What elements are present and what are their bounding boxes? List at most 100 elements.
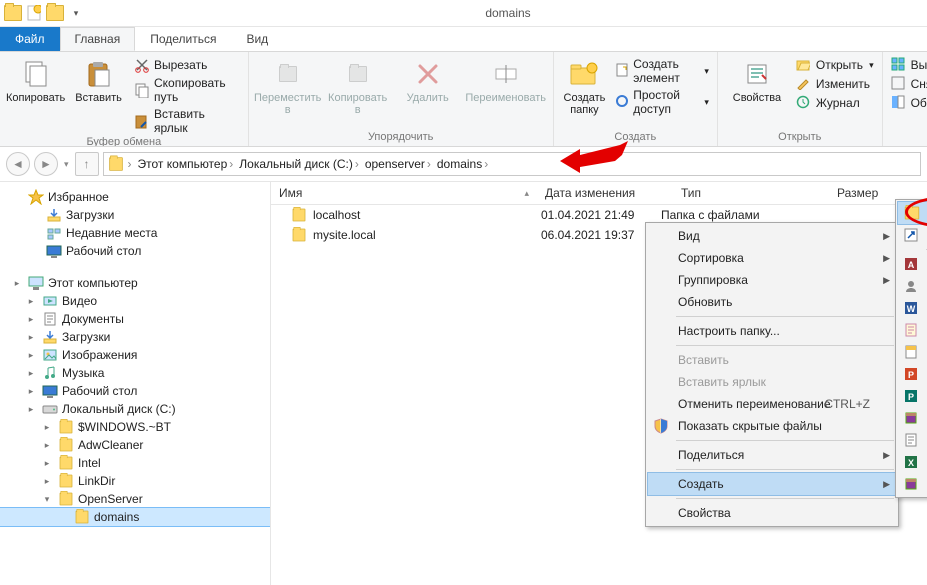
move-to-button[interactable]: Переместить в [255,56,321,118]
up-button[interactable]: ↑ [75,152,99,176]
crumb-local-disk[interactable]: Локальный диск (C:)› [237,157,361,171]
recent-locations-button[interactable]: ▾ [62,159,71,170]
sidebar-item-music[interactable]: ▸Музыка [0,364,270,382]
sidebar-item-desktop[interactable]: Рабочий стол [0,242,270,260]
submenu-mql4[interactable]: MQL4 Source File [898,341,927,363]
publisher-icon: P [903,388,919,404]
group-select: Вы Сня Об [883,52,927,146]
history-button[interactable]: Журнал [794,94,876,112]
submenu-shortcut[interactable]: Ярлык [898,224,927,246]
sidebar-item-downloads[interactable]: Загрузки [0,206,270,224]
select-none-button[interactable]: Сня [889,75,927,93]
paste-shortcut-button[interactable]: Вставить ярлык [132,106,242,136]
sidebar-item-pictures[interactable]: ▸Изображения [0,346,270,364]
col-size[interactable]: Размер [829,186,925,200]
submenu-access[interactable]: AMicrosoft Access База данных [898,253,927,275]
cut-button[interactable]: Вырезать [132,56,242,74]
sidebar-item-videos[interactable]: ▸Видео [0,292,270,310]
tab-share[interactable]: Поделиться [135,27,231,51]
sidebar-item-intel[interactable]: ▸Intel [0,454,270,472]
sidebar-item-recent[interactable]: Недавние места [0,224,270,242]
paste-button[interactable]: Вставить [69,56,128,106]
sidebar-item-openserver[interactable]: ▾OpenServer [0,490,270,508]
sidebar-item-local-disk[interactable]: ▸Локальный диск (C:) [0,400,270,418]
submenu-folder[interactable]: Папку [897,201,927,225]
submenu-publisher[interactable]: PДокумент Microsoft Publisher [898,385,927,407]
properties-button[interactable]: Свойства [724,56,790,106]
qat-new-doc-icon[interactable] [25,4,43,22]
submenu-winrar[interactable]: Архив WinRAR [898,407,927,429]
menu-group[interactable]: Группировка▶ [648,269,896,291]
crumb-this-pc[interactable]: Этот компьютер› [136,157,236,171]
back-button[interactable]: ◄ [6,152,30,176]
svg-text:A: A [908,260,915,270]
menu-create[interactable]: Создать▶ [647,472,897,496]
sidebar-item-linkdir[interactable]: ▸LinkDir [0,472,270,490]
menu-properties[interactable]: Свойства [648,502,896,524]
tab-view[interactable]: Вид [231,27,283,51]
sidebar-item-downloads2[interactable]: ▸Загрузки [0,328,270,346]
menu-customize[interactable]: Настроить папку... [648,320,896,342]
submenu-ppt[interactable]: PПрезентация Microsoft PowerPoint [898,363,927,385]
menu-paste-shortcut[interactable]: Вставить ярлык [648,371,896,393]
submenu-excel[interactable]: XЛист Microsoft Excel [898,451,927,473]
crumb-openserver[interactable]: openserver› [363,157,433,171]
window-title: domains [89,6,927,20]
sidebar-item-documents[interactable]: ▸Документы [0,310,270,328]
edit-button[interactable]: Изменить [794,75,876,93]
menu-sort[interactable]: Сортировка▶ [648,247,896,269]
easy-access-button[interactable]: Простой доступ▾ [613,87,711,117]
downloads-icon [46,207,62,223]
qat-open-folder-icon[interactable] [46,4,64,22]
new-item-button[interactable]: Создать элемент▾ [613,56,711,86]
paste-icon [83,58,115,90]
invert-icon [891,95,907,111]
qat-folder-icon[interactable] [4,4,22,22]
group-new: Создать папку Создать элемент▾ Простой д… [554,52,718,146]
menu-view[interactable]: Вид▶ [648,225,896,247]
submenu-journal[interactable]: Документ журнала [898,319,927,341]
open-small-button[interactable]: Открыть▾ [794,56,876,74]
submenu-txt[interactable]: Текстовый документ [898,429,927,451]
col-name[interactable]: Имя [279,186,302,200]
sidebar-item-adwcleaner[interactable]: ▸AdwCleaner [0,436,270,454]
move-to-icon [272,58,304,90]
select-all-button[interactable]: Вы [889,56,927,74]
new-folder-button[interactable]: Создать папку [560,56,610,118]
submenu-word[interactable]: WДокумент Microsoft Word [898,297,927,319]
create-submenu: Папку Ярлык AMicrosoft Access База данны… [895,199,927,498]
invert-selection-button[interactable]: Об [889,94,927,112]
menu-paste[interactable]: Вставить [648,349,896,371]
tab-home[interactable]: Главная [60,27,136,51]
delete-button[interactable]: Удалить [395,56,461,106]
select-all-icon [891,57,907,73]
sidebar-item-windowsbt[interactable]: ▸$WINDOWS.~BT [0,418,270,436]
sidebar-item-desktop2[interactable]: ▸Рабочий стол [0,382,270,400]
favorites-header[interactable]: Избранное [0,188,270,206]
this-pc-header[interactable]: ▸Этот компьютер [0,274,270,292]
submenu-contact[interactable]: Контакт [898,275,927,297]
copy-path-button[interactable]: Скопировать путь [132,75,242,105]
menu-show-hidden[interactable]: Показать скрытые файлы [648,415,896,437]
menu-refresh[interactable]: Обновить [648,291,896,313]
group-clipboard: Копировать Вставить Вырезать Скопировать… [0,52,249,146]
crumb-domains[interactable]: domains› [435,157,490,171]
tab-file[interactable]: Файл [0,27,60,51]
menu-undo-rename[interactable]: Отменить переименованиеCTRL+Z [648,393,896,415]
file-list[interactable]: Имя▴ Дата изменения Тип Размер localhost… [271,182,927,585]
ribbon: Копировать Вставить Вырезать Скопировать… [0,51,927,147]
menu-share[interactable]: Поделиться▶ [648,444,896,466]
sidebar-item-domains[interactable]: domains [0,507,271,527]
submenu-zip[interactable]: Архив ZIP - WinRAR [898,473,927,495]
qat-dropdown-icon[interactable]: ▾ [67,4,85,22]
titlebar: ▾ domains [0,0,927,27]
col-type[interactable]: Тип [673,186,829,200]
rename-button[interactable]: Переименовать [465,56,547,106]
forward-button[interactable]: ► [34,152,58,176]
music-icon [42,365,58,381]
col-date[interactable]: Дата изменения [537,186,673,200]
copy-button[interactable]: Копировать [6,56,65,106]
breadcrumb-bar[interactable]: › Этот компьютер› Локальный диск (C:)› o… [103,152,921,176]
copy-to-button[interactable]: Копировать в [325,56,391,118]
column-headers[interactable]: Имя▴ Дата изменения Тип Размер [271,182,927,205]
